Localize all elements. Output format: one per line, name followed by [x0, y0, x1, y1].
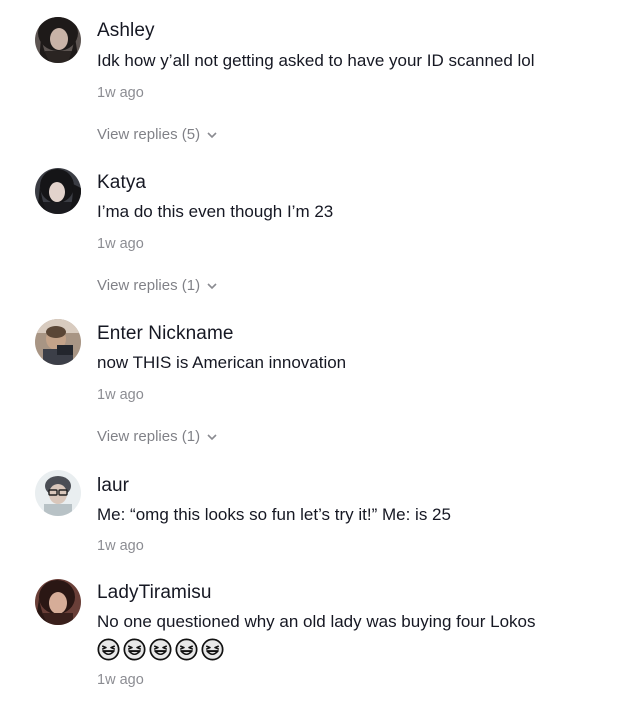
view-replies-label: View replies (1)	[97, 277, 201, 294]
avatar[interactable]	[35, 319, 81, 365]
comment-timestamp: 1w ago	[97, 85, 144, 101]
comment-username[interactable]: LadyTiramisu	[97, 582, 212, 604]
view-replies-button[interactable]: View replies (5)	[97, 126, 218, 143]
avatar[interactable]	[35, 168, 81, 214]
comment-text: I’ma do this even though I’m 23	[97, 202, 334, 221]
comment-username[interactable]: Enter Nickname	[97, 323, 234, 345]
comment-text: now THIS is American innovation	[97, 353, 347, 372]
grinning-squinting-face-icon	[201, 638, 224, 661]
comment-text: No one questioned why an old lady was bu…	[97, 612, 536, 631]
view-replies-label: View replies (5)	[97, 126, 201, 143]
comment-timestamp: 1w ago	[97, 538, 144, 554]
avatar[interactable]	[35, 470, 81, 516]
view-replies-button[interactable]: View replies (1)	[97, 428, 218, 445]
view-replies-label: View replies (1)	[97, 428, 201, 445]
comment-text: Me: “omg this looks so fun let’s try it!…	[97, 505, 451, 524]
comment-text: Idk how y’all not getting asked to have …	[97, 51, 535, 70]
chevron-down-icon	[207, 282, 217, 289]
avatar[interactable]	[35, 17, 81, 63]
comment-list: Ashley Idk how y’all not getting asked t…	[0, 0, 634, 702]
comment-username[interactable]: Katya	[97, 172, 146, 194]
chevron-down-icon	[207, 131, 217, 138]
grinning-squinting-face-icon	[175, 638, 198, 661]
comment-timestamp: 1w ago	[97, 672, 144, 688]
grinning-squinting-face-icon	[123, 638, 146, 661]
comment-username[interactable]: Ashley	[97, 20, 155, 42]
grinning-squinting-face-icon	[149, 638, 172, 661]
comment-timestamp: 1w ago	[97, 387, 144, 403]
comment-username[interactable]: laur	[97, 475, 129, 497]
avatar[interactable]	[35, 579, 81, 625]
comment-timestamp: 1w ago	[97, 236, 144, 252]
emoji-row	[97, 638, 224, 661]
chevron-down-icon	[207, 433, 217, 440]
view-replies-button[interactable]: View replies (1)	[97, 277, 218, 294]
grinning-squinting-face-icon	[97, 638, 120, 661]
